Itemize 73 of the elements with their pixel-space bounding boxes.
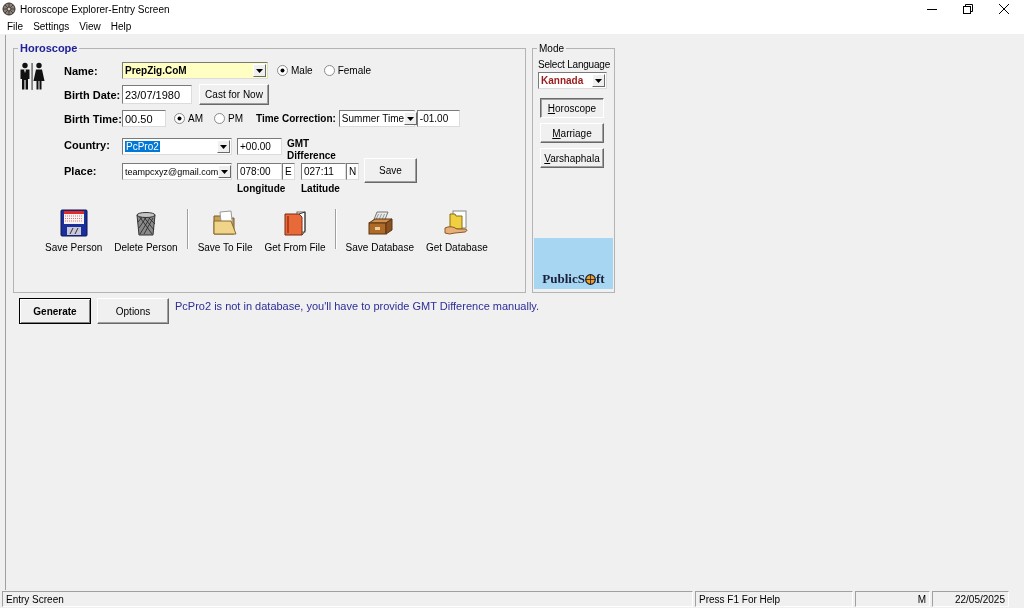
close-icon [999,4,1009,14]
folder-icon [211,209,240,237]
caret-icon [220,144,227,149]
field-label: Name: [64,64,99,77]
gender-radio[interactable]: Female [323,65,372,76]
field-label: Birth Date: [64,88,122,101]
time-offset-field[interactable]: -01.00 [416,110,460,127]
caret-icon [407,116,415,121]
field-label: Latitude [301,183,341,195]
menu-item[interactable]: Settings [28,19,75,33]
toolbar-button[interactable]: Get From File [258,209,332,253]
man-and-woman-icon [18,62,46,90]
toolbar-button[interactable]: Delete Person [108,209,184,253]
logo-text: PublicS [542,271,585,287]
minimize-icon [927,8,937,10]
field-label: Longitude [237,183,287,195]
mode-button[interactable]: Horoscope [540,98,604,118]
field-label: Place: [64,165,98,177]
birth-time-field[interactable]: 00.50 [122,110,166,127]
menu-item[interactable]: File [2,19,29,33]
birth-date-field[interactable]: 23/07/1980 [122,85,192,104]
menu-item[interactable]: View [74,19,106,33]
group-title: Mode [538,43,565,54]
time-correction-combo[interactable]: Summer Time [338,110,415,127]
toolbar-button[interactable]: Save To File [191,209,259,253]
caret-icon [256,68,263,73]
status-message: PcPro2 is not in database, you'll have to provide GMT Difference manually. [175,300,540,312]
wheel-icon [2,2,16,16]
status-panel: M [855,591,930,607]
status-panel: Entry Screen [2,591,693,607]
dropdown-button[interactable] [217,140,230,153]
status-panel: 22/05/2025 [932,591,1009,607]
place-combo[interactable]: teampcxyz@gmail.com [122,163,232,180]
am-pm-radio[interactable]: PM [214,113,243,124]
language-combo[interactable]: Kannada [538,72,607,89]
dropdown-button[interactable] [404,112,418,125]
toolbar-button[interactable]: Save Database [339,209,420,253]
longitude-direction-field[interactable]: E [282,163,295,180]
action-button[interactable]: Options [97,298,169,324]
menu-item[interactable]: Help [105,19,137,33]
restore-icon [963,4,973,14]
name-combo[interactable]: PrepZig.CoM [122,62,268,79]
dropdown-button[interactable] [253,64,266,77]
am-pm-radio[interactable]: AM [174,113,203,124]
field-label: Select Language [538,59,612,70]
hand-holding-folder-icon [442,209,471,237]
field-label: Birth Time: [64,112,122,125]
latitude-direction-field[interactable]: N [346,163,359,180]
caret-icon [595,78,602,83]
field-label: Time Correction: [256,112,336,125]
caret-icon [221,169,229,174]
cast-for-now-button[interactable]: Cast for Now [199,84,269,105]
longitude-field[interactable]: 078:00 [237,163,282,180]
dropdown-button[interactable] [592,74,605,87]
gmt-difference-field[interactable]: +00.00 [237,138,282,155]
logo-text: ft [595,271,605,287]
toolbar-button[interactable]: Get Database [420,209,494,253]
save-button[interactable]: Save [364,158,417,183]
gender-radio[interactable]: Male [277,65,313,76]
country-combo[interactable]: PcPro2 [122,138,232,155]
action-button[interactable]: Generate [19,298,91,324]
window-title: Horoscope Explorer-Entry Screen [20,3,171,15]
mode-button[interactable]: Marriage [540,123,604,143]
dropdown-button[interactable] [218,165,232,178]
globe-icon [584,274,596,285]
field-label: Country: [64,139,111,151]
status-panel: Press F1 For Help [695,591,853,607]
mode-button[interactable]: Varshaphala [540,148,604,168]
latitude-field[interactable]: 027:11 [301,163,346,180]
card-box-icon [365,209,394,237]
toolbar-button[interactable]: Save Person [39,209,109,253]
field-label: GMT Difference [287,138,337,162]
group-title: Horoscope [19,43,79,54]
